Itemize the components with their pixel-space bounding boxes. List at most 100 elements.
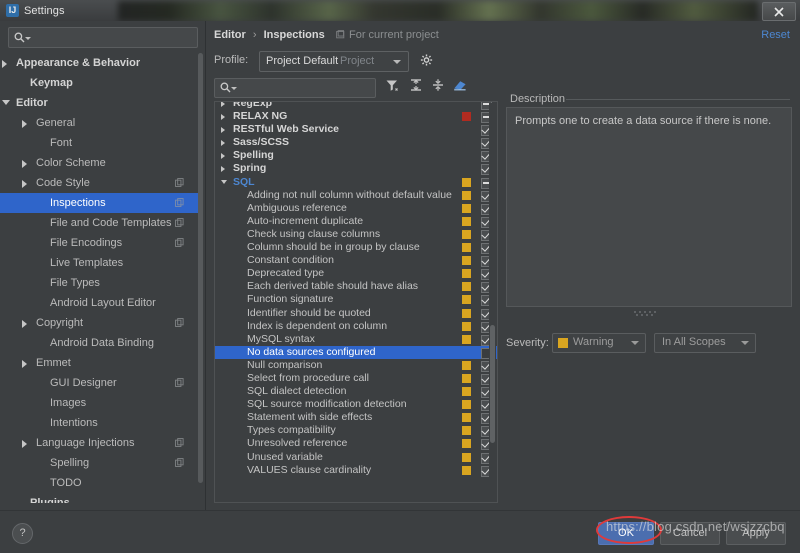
sidebar-search-input[interactable]: [8, 27, 198, 48]
sidebar-item-general[interactable]: General: [0, 113, 198, 133]
inspections-list[interactable]: RegExp RELAX NG RESTful Web Service Sass/SC…: [214, 101, 498, 503]
inspection-row[interactable]: Auto-increment duplicate: [215, 215, 497, 228]
inspection-row[interactable]: Select from procedure call: [215, 372, 497, 385]
severity-combobox[interactable]: Warning: [552, 333, 646, 353]
resize-grip[interactable]: [634, 311, 660, 316]
inspection-row[interactable]: SQL source modification detection: [215, 398, 497, 412]
collapse-all-icon[interactable]: [430, 77, 448, 95]
inspection-row[interactable]: Index is dependent on column: [215, 320, 497, 333]
inspection-row[interactable]: RegExp: [215, 102, 497, 110]
copy-settings-icon[interactable]: [175, 218, 184, 227]
inspection-row[interactable]: RESTful Web Service: [215, 123, 497, 137]
sidebar-item-color-scheme[interactable]: Color Scheme: [0, 153, 198, 173]
sidebar-item-editor[interactable]: Editor: [0, 93, 198, 113]
sidebar-item-file-and-code-templates[interactable]: File and Code Templates: [0, 213, 198, 233]
chevron-right-icon[interactable]: [2, 60, 7, 68]
chevron-right-icon[interactable]: [22, 160, 27, 168]
inspection-row[interactable]: Ambiguous reference: [215, 202, 497, 215]
scope-combobox[interactable]: In All Scopes: [654, 333, 756, 353]
inspection-row[interactable]: No data sources configured: [215, 345, 497, 359]
sidebar-item-intentions[interactable]: Intentions: [0, 413, 198, 433]
chevron-right-icon[interactable]: [22, 440, 27, 448]
search-history-caret-icon[interactable]: [231, 87, 237, 90]
sidebar-item-copyright[interactable]: Copyright: [0, 313, 198, 333]
reset-link[interactable]: Reset: [761, 28, 790, 42]
sidebar-item-live-templates[interactable]: Live Templates: [0, 253, 198, 273]
sidebar-item-keymap[interactable]: Keymap: [0, 73, 198, 93]
copy-settings-icon[interactable]: [175, 238, 184, 247]
sidebar-item-code-style[interactable]: Code Style: [0, 173, 198, 193]
module-icon: [336, 30, 345, 39]
inspection-row[interactable]: Spelling: [215, 149, 497, 163]
chevron-right-icon[interactable]: [221, 102, 225, 107]
sidebar-item-emmet[interactable]: Emmet: [0, 353, 198, 373]
close-button[interactable]: [762, 2, 796, 21]
sidebar-item-todo[interactable]: TODO: [0, 473, 198, 493]
chevron-down-icon[interactable]: [2, 100, 10, 105]
breadcrumb-inspections[interactable]: Inspections: [264, 29, 325, 41]
copy-settings-icon[interactable]: [175, 438, 184, 447]
sidebar-item-inspections[interactable]: Inspections: [0, 193, 198, 213]
chevron-right-icon[interactable]: [22, 360, 27, 368]
sidebar-item-plugins[interactable]: Plugins: [0, 493, 198, 503]
inspection-row[interactable]: SQL dialect detection: [215, 385, 497, 399]
chevron-right-icon[interactable]: [221, 166, 225, 173]
chevron-down-icon[interactable]: [221, 179, 227, 184]
inspection-row[interactable]: Deprecated type: [215, 267, 497, 281]
inspection-row[interactable]: Statement with side effects: [215, 411, 497, 425]
sidebar-item-font[interactable]: Font: [0, 133, 198, 153]
inspection-row[interactable]: Unresolved reference: [215, 437, 497, 451]
copy-settings-icon[interactable]: [175, 198, 184, 207]
breadcrumb-editor[interactable]: Editor: [214, 29, 246, 41]
sidebar-item-spelling[interactable]: Spelling: [0, 453, 198, 473]
inspection-row[interactable]: Column should be in group by clause: [215, 241, 497, 255]
search-history-caret-icon[interactable]: [25, 37, 31, 40]
chevron-right-icon[interactable]: [22, 180, 27, 188]
copy-settings-icon[interactable]: [175, 378, 184, 387]
sidebar-item-images[interactable]: Images: [0, 393, 198, 413]
chevron-right-icon[interactable]: [221, 127, 225, 134]
inspection-row[interactable]: Identifier should be quoted: [215, 307, 497, 320]
inspection-row[interactable]: Null comparison: [215, 359, 497, 372]
inspection-row[interactable]: SQL: [215, 176, 497, 189]
sidebar-item-android-layout-editor[interactable]: Android Layout Editor: [0, 293, 198, 313]
inspection-row[interactable]: MySQL syntax: [215, 333, 497, 346]
inspections-scrollbar-thumb[interactable]: [490, 325, 495, 443]
inspection-row[interactable]: Spring: [215, 162, 497, 176]
filter-icon[interactable]: [384, 77, 402, 95]
help-button[interactable]: ?: [12, 523, 33, 544]
inspection-row[interactable]: Constant condition: [215, 254, 497, 268]
copy-settings-icon[interactable]: [175, 458, 184, 467]
reset-eraser-icon[interactable]: [452, 77, 470, 95]
copy-settings-icon[interactable]: [175, 318, 184, 327]
sidebar-scrollbar-thumb[interactable]: [198, 53, 203, 483]
inspection-search-input[interactable]: [214, 78, 376, 98]
chevron-right-icon[interactable]: [221, 140, 225, 147]
sidebar-scrollbar[interactable]: [198, 53, 203, 503]
gear-icon[interactable]: [419, 53, 434, 68]
inspection-row[interactable]: Each derived table should have alias: [215, 280, 497, 294]
inspections-scrollbar[interactable]: [489, 103, 496, 501]
severity-swatch: [462, 216, 471, 226]
profile-combobox[interactable]: Project Default Project: [259, 51, 409, 72]
expand-all-icon[interactable]: [408, 77, 426, 95]
sidebar-item-language-injections[interactable]: Language Injections: [0, 433, 198, 453]
chevron-right-icon[interactable]: [22, 320, 27, 328]
chevron-right-icon[interactable]: [221, 114, 225, 121]
sidebar-item-file-types[interactable]: File Types: [0, 273, 198, 293]
inspection-row[interactable]: Types compatibility: [215, 424, 497, 438]
sidebar-item-appearance-behavior[interactable]: Appearance & Behavior: [0, 53, 198, 73]
inspection-row[interactable]: Check using clause columns: [215, 228, 497, 241]
chevron-right-icon[interactable]: [22, 120, 27, 128]
sidebar-item-file-encodings[interactable]: File Encodings: [0, 233, 198, 253]
inspection-row[interactable]: Adding not null column without default v…: [215, 189, 497, 202]
inspection-row[interactable]: VALUES clause cardinality: [215, 464, 497, 477]
chevron-right-icon[interactable]: [221, 153, 225, 160]
sidebar-item-gui-designer[interactable]: GUI Designer: [0, 373, 198, 393]
inspection-row[interactable]: Function signature: [215, 293, 497, 307]
inspection-row[interactable]: RELAX NG: [215, 110, 497, 124]
sidebar-item-android-data-binding[interactable]: Android Data Binding: [0, 333, 198, 353]
copy-settings-icon[interactable]: [175, 178, 184, 187]
inspection-row[interactable]: Unused variable: [215, 451, 497, 464]
inspection-row[interactable]: Sass/SCSS: [215, 136, 497, 150]
